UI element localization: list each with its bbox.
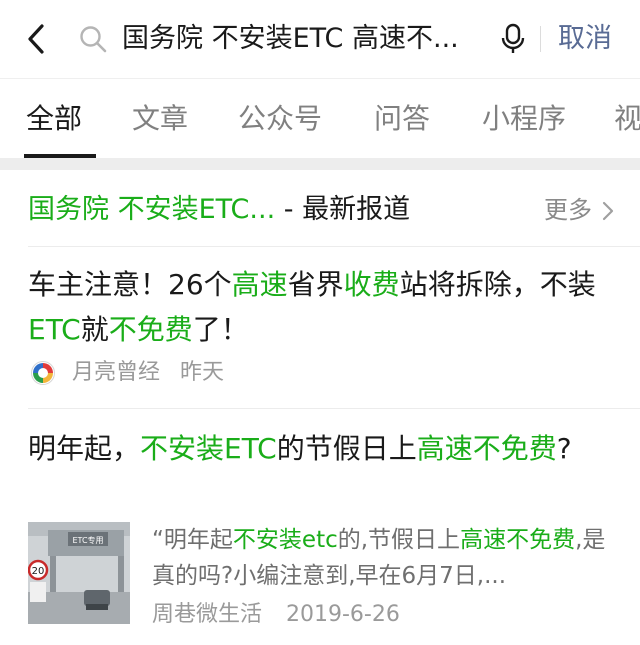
text-segment: 就 — [80, 313, 109, 346]
article-date: 昨天 — [180, 360, 225, 385]
text-segment: “明年起 — [152, 527, 233, 553]
more-button[interactable]: 更多 — [544, 192, 592, 228]
keyword-highlight: 高速不免费 — [416, 432, 557, 465]
result-tabs: 全部 文章 公众号 问答 小程序 视 — [0, 78, 640, 158]
article-snippet[interactable]: “明年起不安装etc的,节假日上高速不免费,是真的吗?小编注意到,早在6月7日,… — [152, 522, 612, 594]
text-segment: ? — [556, 432, 572, 465]
article-source[interactable]: 月亮曾经 — [72, 358, 160, 388]
article-source[interactable]: 周巷微生活 — [152, 600, 262, 630]
keyword-highlight: 收费 — [343, 268, 400, 301]
keyword-highlight: 不安装etc — [232, 527, 338, 553]
text-segment: 明年起， — [28, 432, 141, 465]
section-title-keyword: 国务院 不安装ETC... — [28, 194, 276, 225]
divider — [28, 246, 640, 247]
tab-all[interactable]: 全部 — [26, 99, 82, 139]
tab-official-accounts[interactable]: 公众号 — [238, 99, 322, 139]
article-title[interactable]: 车主注意！26个高速省界收费站将拆除，不装 ETC就不免费了！ — [28, 262, 618, 352]
thumb-speed-text: 20 — [32, 566, 45, 577]
keyword-highlight: 不安装ETC — [140, 432, 277, 465]
keyword-highlight: 不免费 — [108, 313, 193, 346]
chevron-right-icon — [602, 201, 614, 221]
article-title[interactable]: 明年起，不安装ETC的节假日上高速不免费? — [28, 426, 618, 471]
search-input[interactable]: 国务院 不安装ETC 高速不... — [122, 20, 482, 58]
divider — [28, 408, 640, 409]
text-segment: 的,节假日上 — [337, 527, 461, 553]
back-arrow-icon[interactable] — [22, 22, 52, 56]
section-gap — [0, 158, 640, 170]
section-title[interactable]: 国务院 不安装ETC... - 最新报道 — [28, 190, 410, 230]
text-segment: 站将拆除，不装 — [399, 268, 596, 301]
tab-mini-programs[interactable]: 小程序 — [482, 99, 566, 139]
article-date: 2019-6-26 — [286, 602, 400, 627]
text-segment: 了！ — [192, 313, 249, 346]
tab-articles[interactable]: 文章 — [132, 99, 188, 139]
cancel-button[interactable]: 取消 — [558, 20, 612, 58]
keyword-highlight: 高速 — [231, 268, 288, 301]
search-divider — [540, 26, 541, 52]
microphone-icon[interactable] — [498, 22, 528, 56]
source-avatar-icon — [31, 361, 55, 385]
text-segment: 车主注意！26个 — [28, 268, 232, 301]
search-bar: 国务院 不安装ETC 高速不... 取消 — [0, 0, 640, 78]
tab-video[interactable]: 视 — [614, 99, 640, 139]
keyword-highlight: 高速不免费 — [460, 527, 576, 553]
search-icon — [80, 26, 107, 53]
text-segment: 省界 — [287, 268, 344, 301]
keyword-highlight: ETC — [28, 313, 81, 346]
article-thumbnail[interactable]: ETC专用 20 — [28, 522, 130, 624]
text-segment: 的节假日上 — [276, 432, 417, 465]
tab-qa[interactable]: 问答 — [374, 99, 430, 139]
section-title-suffix: - 最新报道 — [275, 194, 411, 225]
toll-plaza-image: ETC专用 20 — [28, 522, 130, 624]
thumb-sign-text: ETC专用 — [72, 535, 103, 545]
